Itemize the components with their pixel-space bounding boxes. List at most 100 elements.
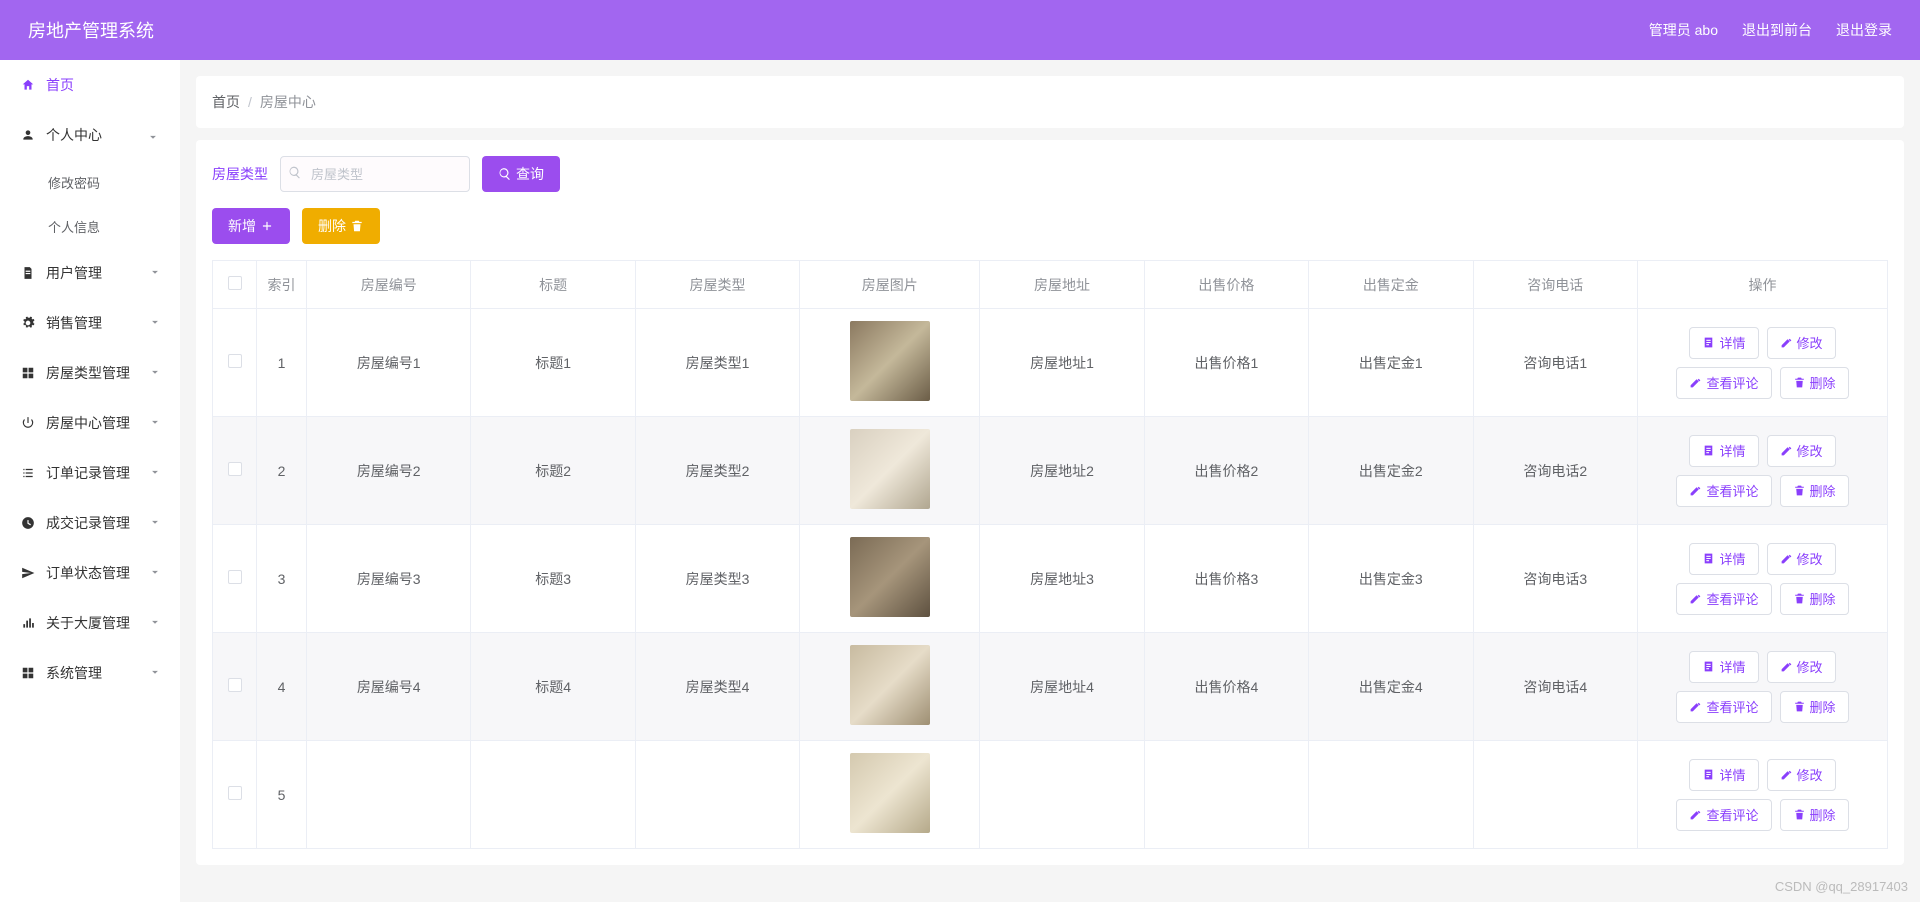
grid-icon (20, 665, 36, 681)
detail-button[interactable]: 详情 (1689, 327, 1758, 359)
sidebar-item-building[interactable]: 关于大厦管理 (0, 598, 180, 648)
edit-button[interactable]: 修改 (1767, 759, 1836, 791)
th-idx: 索引 (257, 261, 307, 309)
cell-price: 出售价格2 (1144, 417, 1308, 525)
trash-icon (1793, 484, 1806, 497)
main-content: 首页 / 房屋中心 房屋类型 查询 新增 (180, 60, 1920, 902)
review-button[interactable]: 查看评论 (1676, 799, 1771, 831)
sidebar-item-personal[interactable]: 个人中心 (0, 110, 180, 160)
th-title: 标题 (471, 261, 635, 309)
row-checkbox[interactable] (228, 570, 242, 584)
th-check (213, 261, 257, 309)
cell-code: 房屋编号4 (307, 633, 471, 741)
house-image[interactable] (850, 753, 930, 833)
th-addr: 房屋地址 (980, 261, 1144, 309)
submenu-change-password[interactable]: 修改密码 (0, 160, 180, 204)
review-button[interactable]: 查看评论 (1676, 583, 1771, 615)
clock-icon (20, 515, 36, 531)
house-image[interactable] (850, 537, 930, 617)
detail-button[interactable]: 详情 (1689, 651, 1758, 683)
edit-button[interactable]: 修改 (1767, 327, 1836, 359)
cell-deposit: 出售定金2 (1309, 417, 1473, 525)
edit-icon (1689, 808, 1702, 821)
house-image[interactable] (850, 321, 930, 401)
trash-icon (350, 219, 364, 233)
logout-link[interactable]: 退出登录 (1836, 20, 1892, 40)
row-checkbox[interactable] (228, 354, 242, 368)
chevron-down-icon (148, 665, 160, 682)
select-all-checkbox[interactable] (228, 276, 242, 290)
row-checkbox[interactable] (228, 462, 242, 476)
sidebar-item-sales-mgmt[interactable]: 销售管理 (0, 298, 180, 348)
row-delete-button[interactable]: 删除 (1780, 691, 1849, 723)
row-checkbox[interactable] (228, 786, 242, 800)
edit-icon (1780, 552, 1793, 565)
cell-type (635, 741, 799, 849)
admin-label[interactable]: 管理员 abo (1649, 20, 1718, 40)
cell-idx: 4 (257, 633, 307, 741)
sidebar-item-label: 房屋中心管理 (46, 413, 148, 433)
app-header: 房地产管理系统 管理员 abo 退出到前台 退出登录 (0, 0, 1920, 60)
row-delete-button[interactable]: 删除 (1780, 475, 1849, 507)
th-price: 出售价格 (1144, 261, 1308, 309)
chevron-down-icon (148, 565, 160, 582)
review-button[interactable]: 查看评论 (1676, 691, 1771, 723)
edit-icon (1689, 592, 1702, 605)
submenu-profile[interactable]: 个人信息 (0, 204, 180, 248)
cell-deposit: 出售定金1 (1309, 309, 1473, 417)
cell-price: 出售价格1 (1144, 309, 1308, 417)
sidebar-item-house-center[interactable]: 房屋中心管理 (0, 398, 180, 448)
breadcrumb-sep: / (248, 94, 252, 110)
sidebar-item-order-status[interactable]: 订单状态管理 (0, 548, 180, 598)
chevron-down-icon (148, 515, 160, 532)
delete-button[interactable]: 删除 (302, 208, 380, 244)
edit-button[interactable]: 修改 (1767, 435, 1836, 467)
chevron-up-icon (148, 127, 160, 144)
edit-icon (1780, 660, 1793, 673)
data-table: 索引 房屋编号 标题 房屋类型 房屋图片 房屋地址 出售价格 出售定金 咨询电话… (212, 260, 1888, 849)
house-image[interactable] (850, 645, 930, 725)
cell-img (800, 633, 980, 741)
cell-op: 详情 修改 查看评论 删除 (1638, 309, 1888, 417)
sidebar-item-deal-record[interactable]: 成交记录管理 (0, 498, 180, 548)
breadcrumb-current: 房屋中心 (260, 92, 316, 112)
cell-phone: 咨询电话3 (1473, 525, 1637, 633)
sidebar-item-order-record[interactable]: 订单记录管理 (0, 448, 180, 498)
to-front-link[interactable]: 退出到前台 (1742, 20, 1812, 40)
chevron-down-icon (148, 315, 160, 332)
detail-button[interactable]: 详情 (1689, 543, 1758, 575)
house-image[interactable] (850, 429, 930, 509)
search-button[interactable]: 查询 (482, 156, 560, 192)
row-delete-button[interactable]: 删除 (1780, 367, 1849, 399)
edit-button[interactable]: 修改 (1767, 543, 1836, 575)
breadcrumb-home[interactable]: 首页 (212, 92, 240, 112)
sidebar: 首页 个人中心 修改密码 个人信息 用户管理 销售管理 房屋类型管理 房屋中心管… (0, 60, 180, 902)
sidebar-item-house-type[interactable]: 房屋类型管理 (0, 348, 180, 398)
cell-phone: 咨询电话2 (1473, 417, 1637, 525)
cell-idx: 2 (257, 417, 307, 525)
cell-addr: 房屋地址2 (980, 417, 1144, 525)
detail-icon (1702, 444, 1715, 457)
cell-code: 房屋编号3 (307, 525, 471, 633)
sidebar-home[interactable]: 首页 (0, 60, 180, 110)
cell-addr: 房屋地址1 (980, 309, 1144, 417)
sidebar-item-system[interactable]: 系统管理 (0, 648, 180, 698)
row-checkbox[interactable] (228, 678, 242, 692)
table-row: 1 房屋编号1 标题1 房屋类型1 房屋地址1 出售价格1 出售定金1 咨询电话… (213, 309, 1888, 417)
cell-title (471, 741, 635, 849)
add-button[interactable]: 新增 (212, 208, 290, 244)
search-input[interactable] (280, 156, 470, 192)
row-delete-button[interactable]: 删除 (1780, 583, 1849, 615)
cell-phone (1473, 741, 1637, 849)
review-button[interactable]: 查看评论 (1676, 367, 1771, 399)
detail-button[interactable]: 详情 (1689, 435, 1758, 467)
send-icon (20, 565, 36, 581)
detail-button[interactable]: 详情 (1689, 759, 1758, 791)
review-button[interactable]: 查看评论 (1676, 475, 1771, 507)
sidebar-item-user-mgmt[interactable]: 用户管理 (0, 248, 180, 298)
edit-button[interactable]: 修改 (1767, 651, 1836, 683)
cell-code: 房屋编号1 (307, 309, 471, 417)
row-delete-button[interactable]: 删除 (1780, 799, 1849, 831)
cell-title: 标题2 (471, 417, 635, 525)
th-type: 房屋类型 (635, 261, 799, 309)
